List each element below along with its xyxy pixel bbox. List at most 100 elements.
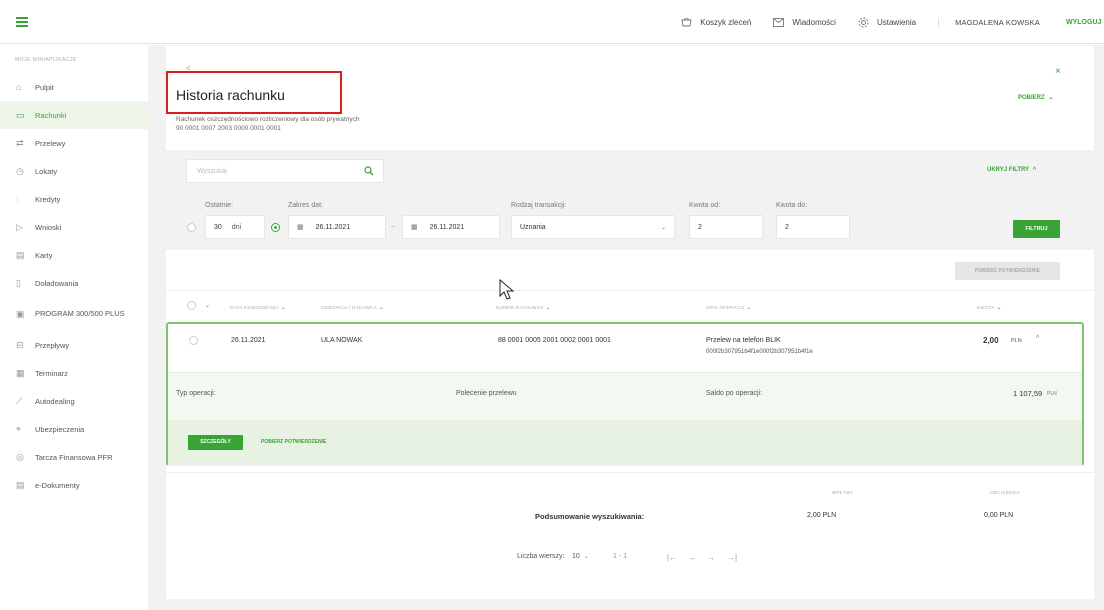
cart-link[interactable]: Koszyk zleceń	[681, 17, 751, 27]
col-amount[interactable]: KWOTA ⌄	[977, 304, 1002, 311]
balance-label: Saldo po operacji:	[706, 390, 763, 397]
highlight-box	[166, 71, 342, 114]
sort-icon: ⌄	[996, 305, 1002, 311]
table-row[interactable]: 26.11.2021 ULA NOWAK 88 0001 0005 2001 0…	[166, 322, 1084, 466]
first-page-icon[interactable]: |←	[667, 553, 677, 562]
row-checkbox[interactable]	[189, 336, 198, 345]
sidebar-item-14[interactable]: ▤ e-Dokumenty	[0, 471, 148, 499]
filter-button[interactable]: FILTRUJ	[1013, 220, 1060, 238]
sidebar-item-label: Przelewy	[35, 138, 66, 148]
account-number: 90 0001 0007 2003 0000 0001 0001	[176, 125, 281, 132]
transfers-icon: ⇄	[16, 138, 24, 148]
next-page-icon[interactable]: →	[707, 553, 715, 562]
date-to-value: 26.11.2021	[429, 223, 465, 231]
hide-filters-toggle[interactable]: UKRYJ FILTRY ^	[987, 167, 1036, 173]
settings-link[interactable]: Ustawienia	[858, 17, 916, 28]
sidebar-item-label: Rachunki	[35, 110, 67, 120]
rows-per-page-select[interactable]: 10 ⌄	[572, 553, 589, 560]
details-button[interactable]: SZCZEGÓŁY	[188, 435, 243, 450]
row-amount: 2,00	[983, 336, 999, 345]
last-days-label: Ostatnie:	[205, 202, 234, 209]
sidebar-item-4[interactable]: ⫶ Kredyty	[0, 185, 148, 213]
documents-icon: ▤	[16, 480, 25, 490]
transaction-type-select[interactable]: Uznania ⌄	[511, 215, 675, 239]
sidebar-item-9[interactable]: ⊟ Przepływy	[0, 331, 148, 359]
amount-from-input[interactable]: 2	[689, 215, 763, 239]
sidebar-item-label: Tarcza Finansowa PFR	[35, 452, 113, 462]
sidebar-item-11[interactable]: ⟋ Autodealing	[0, 387, 148, 415]
page-range: 1 - 1	[613, 553, 628, 560]
prev-page-icon[interactable]: ←	[689, 553, 697, 562]
calendar-icon: ▦	[16, 368, 25, 378]
col-party[interactable]: ODBIORCA / NADAWCA ⌄	[321, 304, 384, 311]
sidebar-item-13[interactable]: ◎ Tarcza Finansowa PFR	[0, 443, 148, 471]
date-from-value: 26.11.2021	[315, 223, 351, 231]
search-input[interactable]: Wyszukaj	[186, 159, 384, 183]
row-actions: SZCZEGÓŁY POBIERZ POTWIERDZENIE	[168, 420, 1082, 466]
col-date[interactable]: DATA KSIĘGOWANIA ⌄	[230, 304, 286, 311]
download-dropdown[interactable]: POBIERZ ⌄	[1018, 94, 1053, 101]
amount-to-input[interactable]: 2	[776, 215, 850, 239]
sidebar-item-0[interactable]: ⌂ Pulpit	[0, 73, 148, 101]
applications-icon: ▷	[16, 222, 23, 232]
amount-to-value: 2	[785, 223, 789, 231]
col-description[interactable]: OPIS OPERACJI ⌄	[706, 304, 752, 311]
sidebar-item-1[interactable]: ▭ Rachunki	[0, 101, 148, 129]
sidebar-item-12[interactable]: ⌖ Ubezpieczenia	[0, 415, 148, 443]
top-nav: Koszyk zleceń Wiadomości Ustawienia MAGD…	[681, 0, 1104, 44]
cards-icon: ▤	[16, 250, 25, 260]
table-header: ⌄ DATA KSIĘGOWANIA ⌄ ODBIORCA / NADAWCA ⌄ …	[166, 290, 1094, 320]
last-page-icon[interactable]: →|	[727, 553, 737, 562]
mouse-cursor-icon	[499, 279, 515, 300]
col-account[interactable]: NUMER RACHUNKU ⌄	[496, 304, 551, 311]
sort-icon: ⌄	[280, 305, 287, 311]
flows-icon: ⊟	[16, 340, 24, 350]
last-days-field[interactable]: 30 dni	[205, 215, 265, 239]
calendar-icon[interactable]: ▦	[411, 223, 418, 231]
chevron-up-icon: ^	[1032, 167, 1037, 173]
amount-from-label: Kwota od:	[689, 202, 721, 209]
summary-out-header: OBCIĄŻENIA	[990, 490, 1021, 495]
col-date-label: DATA KSIĘGOWANIA	[230, 305, 279, 310]
chevron-down-icon: ⌄	[660, 224, 666, 231]
summary-divider	[166, 472, 1094, 473]
sort-icon: ⌄	[545, 305, 551, 311]
calendar-icon[interactable]: ▦	[297, 223, 304, 231]
sidebar-item-label: PROGRAM 300/500 PLUS	[35, 309, 125, 318]
logout-button[interactable]: WYLOGUJ	[1066, 19, 1104, 26]
close-icon[interactable]: ×	[1055, 66, 1061, 77]
chevron-down-icon[interactable]: ⌄	[205, 302, 210, 309]
sidebar-item-2[interactable]: ⇄ Przelewy	[0, 129, 148, 157]
sidebar-item-8[interactable]: ▣ PROGRAM 300/500 PLUS	[0, 297, 148, 331]
download-confirmations-button[interactable]: POBIERZ POTWIERDZENIE	[955, 262, 1060, 280]
row-description: Przelew na telefon BLIK	[706, 337, 781, 344]
last-days-unit: dni	[231, 223, 242, 231]
last-days-radio[interactable]	[187, 223, 196, 232]
date-to-field[interactable]: ▦ 26.11.2021	[402, 215, 500, 239]
cart-icon	[681, 17, 692, 27]
row-main: 26.11.2021 ULA NOWAK 88 0001 0005 2001 0…	[168, 324, 1082, 372]
sidebar-item-label: Przepływy	[35, 340, 70, 350]
search-icon[interactable]	[364, 166, 374, 176]
sort-icon: ⌄	[746, 305, 752, 311]
chevron-up-icon[interactable]: ^	[1036, 335, 1039, 342]
date-range-radio[interactable]	[271, 223, 280, 232]
sidebar-item-label: Terminarz	[35, 368, 68, 378]
transaction-type-label: Rodzaj transakcji:	[511, 202, 567, 209]
messages-link[interactable]: Wiadomości	[773, 18, 836, 27]
sidebar-item-10[interactable]: ▦ Terminarz	[0, 359, 148, 387]
sidebar-item-7[interactable]: ▯ Doładowania	[0, 269, 148, 297]
sidebar-item-5[interactable]: ▷ Wnioski	[0, 213, 148, 241]
sidebar-item-label: Lokaty	[35, 166, 58, 176]
sidebar-item-6[interactable]: ▤ Karty	[0, 241, 148, 269]
row-description-ref: 000f2b307951b4f1e000f2b307951b4f1e	[706, 349, 813, 355]
date-from-field[interactable]: ▦ 26.11.2021	[288, 215, 386, 239]
menu-icon[interactable]	[16, 17, 28, 27]
amount-from-value: 2	[698, 223, 702, 231]
sidebar-item-3[interactable]: ◷ Lokaty	[0, 157, 148, 185]
chart-icon: ⟋	[16, 396, 23, 406]
select-all-checkbox[interactable]	[187, 301, 196, 310]
col-amount-label: KWOTA	[977, 305, 995, 310]
sidebar-item-label: Ubezpieczenia	[35, 424, 85, 434]
download-confirmation-link[interactable]: POBIERZ POTWIERDZENIE	[261, 439, 326, 445]
